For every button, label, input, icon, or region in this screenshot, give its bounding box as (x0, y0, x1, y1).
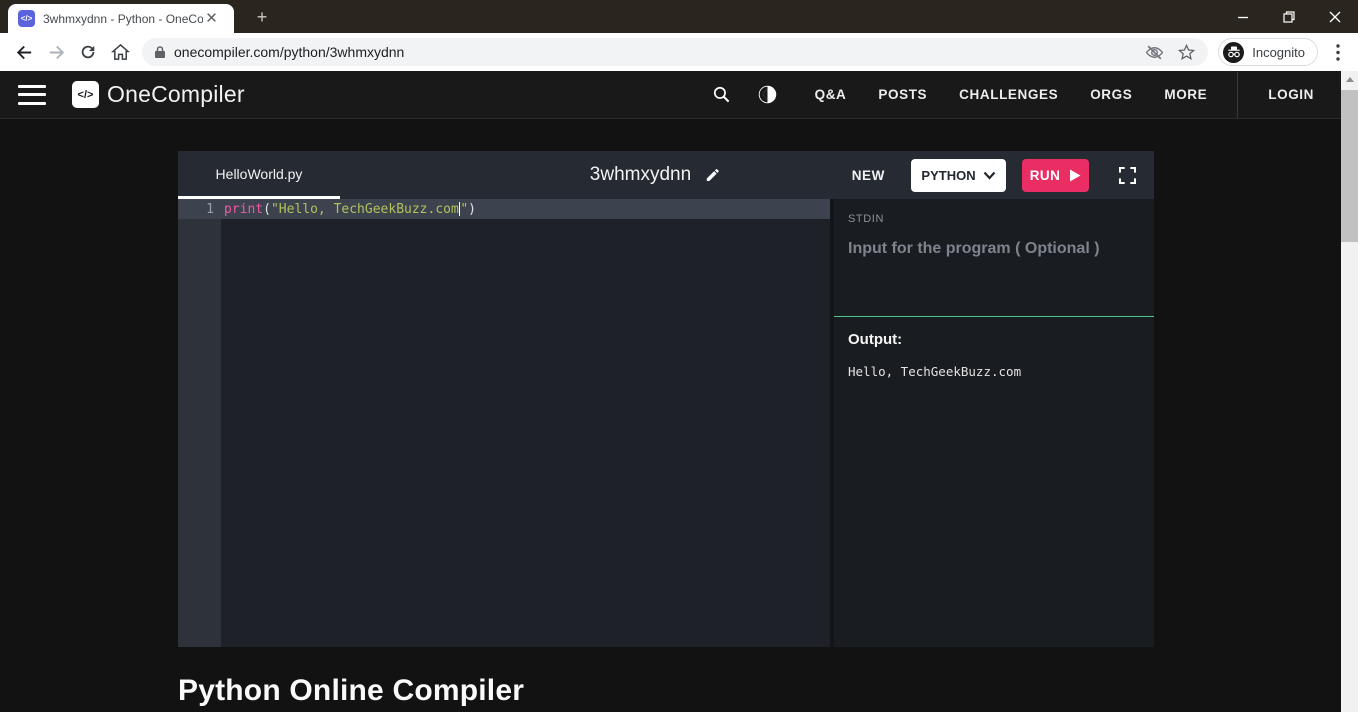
back-button[interactable] (10, 38, 38, 66)
forward-button[interactable] (42, 38, 70, 66)
token-string: "Hello, TechGeekBuzz.com (271, 202, 459, 217)
stdin-label: STDIN (848, 213, 1140, 225)
new-button[interactable]: NEW (852, 168, 885, 183)
playground-actions: NEW PYTHON RUN (852, 159, 1154, 192)
playground-body: 1 print("Hello, TechGeekBuzz.com") STDIN… (178, 199, 1154, 647)
home-button[interactable] (106, 38, 134, 66)
onecompiler-logo-icon[interactable]: </> (72, 81, 99, 108)
page-scrollbar[interactable] (1341, 71, 1358, 712)
header-divider (1237, 72, 1238, 118)
language-select[interactable]: PYTHON (911, 159, 1006, 192)
scrollbar-thumb[interactable] (1341, 90, 1358, 242)
playground-title: 3whmxydnn (590, 164, 691, 186)
minimize-button[interactable] (1220, 0, 1266, 33)
site-favicon-icon: </> (18, 10, 35, 27)
browser-menu-icon[interactable] (1326, 40, 1350, 64)
stdin-input[interactable]: STDIN Input for the program ( Optional ) (834, 199, 1154, 317)
address-bar[interactable]: onecompiler.com/python/3whmxydnn (142, 38, 1208, 66)
eye-off-icon[interactable] (1142, 40, 1166, 64)
theme-toggle-icon[interactable] (753, 80, 783, 110)
lock-icon (154, 45, 166, 59)
site-header: </> OneCompiler Q&A POSTS CHALLENGES ORG… (0, 71, 1358, 119)
edit-title-icon[interactable] (705, 167, 721, 183)
browser-titlebar: </> 3whmxydnn - Python - OneComp ✕ + (0, 0, 1358, 33)
nav-more[interactable]: MORE (1164, 87, 1207, 102)
window-controls (1220, 0, 1358, 33)
run-button[interactable]: RUN (1022, 159, 1089, 192)
nav-challenges[interactable]: CHALLENGES (959, 87, 1058, 102)
restore-button[interactable] (1266, 0, 1312, 33)
code-text: print("Hello, TechGeekBuzz.com") (224, 202, 476, 217)
line-number: 1 (178, 202, 214, 217)
browser-tab[interactable]: </> 3whmxydnn - Python - OneComp ✕ (8, 4, 234, 33)
menu-hamburger-icon[interactable] (18, 85, 46, 105)
new-tab-button[interactable]: + (252, 7, 272, 27)
active-code-line[interactable]: 1 print("Hello, TechGeekBuzz.com") (178, 199, 830, 219)
run-label: RUN (1030, 168, 1060, 183)
nav-orgs[interactable]: ORGS (1090, 87, 1132, 102)
search-icon[interactable] (707, 80, 737, 110)
nav-qa[interactable]: Q&A (815, 87, 847, 102)
close-window-button[interactable] (1312, 0, 1358, 33)
bookmark-star-icon[interactable] (1174, 40, 1198, 64)
header-right: Q&A POSTS CHALLENGES ORGS MORE LOGIN (707, 72, 1340, 118)
play-icon (1069, 169, 1081, 182)
url-text[interactable]: onecompiler.com/python/3whmxydnn (174, 44, 1134, 60)
language-select-value: PYTHON (921, 168, 975, 183)
page-content: </> OneCompiler Q&A POSTS CHALLENGES ORG… (0, 71, 1358, 712)
brand-name[interactable]: OneCompiler (107, 81, 245, 108)
file-tab-helloworld[interactable]: HelloWorld.py (178, 151, 340, 199)
playground-toolbar: HelloWorld.py 3whmxydnn NEW PYTHON RUN (178, 151, 1154, 199)
stdin-placeholder: Input for the program ( Optional ) (848, 240, 1140, 258)
token-paren-close: ) (468, 202, 476, 217)
token-string-close: " (460, 202, 468, 217)
code-editor[interactable]: 1 print("Hello, TechGeekBuzz.com") (178, 199, 830, 647)
fullscreen-icon[interactable] (1119, 167, 1136, 184)
output-section: Output: Hello, TechGeekBuzz.com (834, 317, 1154, 393)
tab-close-icon[interactable]: ✕ (203, 10, 220, 27)
token-paren-open: ( (263, 202, 271, 217)
incognito-icon (1223, 42, 1244, 63)
output-text: Hello, TechGeekBuzz.com (848, 364, 1140, 379)
page-title: Python Online Compiler (178, 674, 1358, 708)
browser-toolbar: onecompiler.com/python/3whmxydnn Incogni… (0, 33, 1358, 71)
token-keyword: print (224, 202, 263, 217)
editor-gutter (178, 199, 221, 647)
incognito-label: Incognito (1252, 45, 1305, 60)
incognito-badge: Incognito (1218, 38, 1318, 66)
login-button[interactable]: LOGIN (1268, 87, 1314, 102)
io-panel: STDIN Input for the program ( Optional )… (834, 199, 1154, 647)
chevron-down-icon (983, 171, 996, 180)
reload-button[interactable] (74, 38, 102, 66)
tab-title: 3whmxydnn - Python - OneComp (43, 12, 203, 26)
output-label: Output: (848, 331, 1140, 348)
code-playground: HelloWorld.py 3whmxydnn NEW PYTHON RUN (178, 151, 1154, 647)
scrollbar-up-arrow[interactable] (1346, 77, 1354, 82)
nav-posts[interactable]: POSTS (878, 87, 927, 102)
